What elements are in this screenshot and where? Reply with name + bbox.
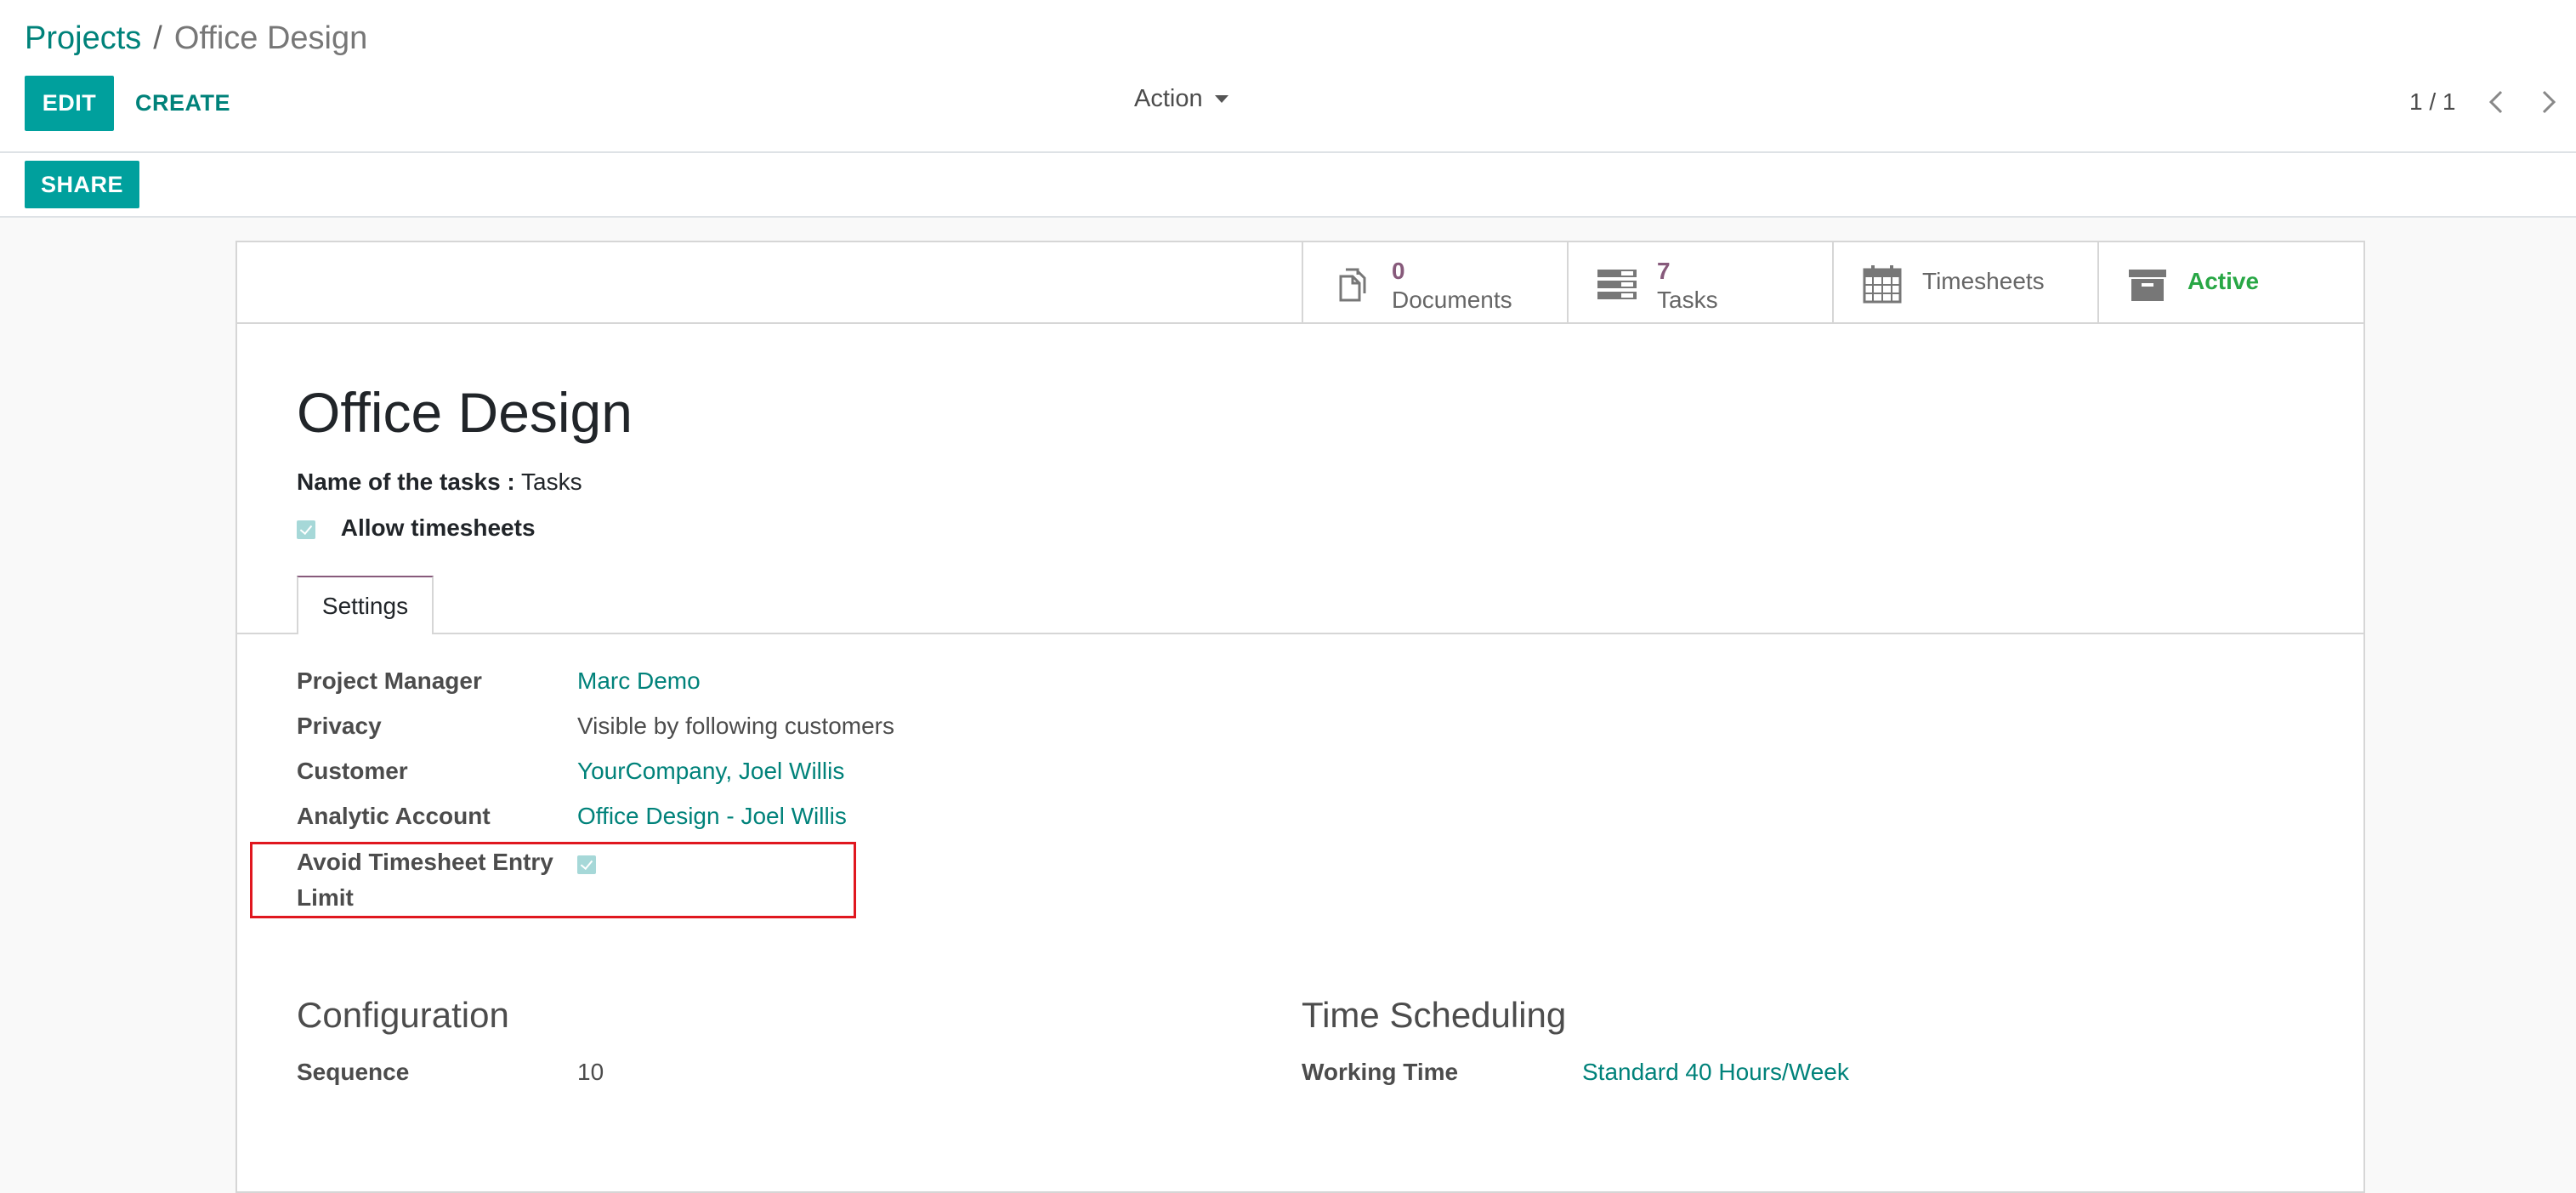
customer-label: Customer (297, 758, 408, 784)
allow-timesheets-label: Allow timesheets (340, 514, 536, 541)
breadcrumb-separator: / (153, 20, 162, 56)
working-time-value[interactable]: Standard 40 Hours/Week (1582, 1059, 1849, 1086)
timesheets-label: Timesheets (1922, 268, 2045, 294)
allow-timesheets-field: Allow timesheets (297, 514, 536, 542)
analytic-account-label: Analytic Account (297, 803, 491, 829)
tasks-name-value[interactable]: Tasks (521, 469, 582, 495)
working-time-label: Working Time (1302, 1059, 1459, 1085)
project-manager-value[interactable]: Marc Demo (577, 668, 701, 695)
caret-down-icon (1214, 95, 1228, 103)
archive-icon (2129, 270, 2166, 301)
sequence-value[interactable]: 10 (577, 1059, 604, 1086)
edit-button[interactable]: EDIT (25, 76, 114, 131)
action-dropdown[interactable]: Action (1134, 85, 1228, 113)
calendar-icon (1863, 265, 1902, 304)
tabs-divider (237, 633, 2363, 634)
control-panel: Projects / Office Design EDIT CREATE Actio… (0, 0, 2576, 153)
privacy-value[interactable]: Visible by following customers (577, 713, 894, 740)
create-button[interactable]: CREATE (128, 76, 238, 131)
smart-button-box: 0 Documents 7 Tasks Timesheets Active (237, 242, 2363, 324)
active-label: Active (2187, 268, 2260, 294)
timesheets-smart-button[interactable]: Timesheets (1832, 242, 2097, 322)
breadcrumb-current: Office Design (173, 20, 368, 56)
breadcrumb: Projects / Office Design (25, 20, 367, 57)
tasks-count: 7 (1657, 258, 1671, 284)
tasks-icon (1597, 270, 1637, 299)
pager-value[interactable]: 1 / 1 (2409, 88, 2455, 116)
sequence-label: Sequence (297, 1059, 410, 1085)
highlight-annotation (250, 842, 856, 918)
documents-label: Documents (1392, 287, 1512, 313)
breadcrumb-projects-link[interactable]: Projects (25, 20, 141, 56)
allow-timesheets-checkbox[interactable] (297, 520, 315, 539)
project-manager-label: Project Manager (297, 668, 482, 694)
documents-icon (1339, 268, 1366, 302)
tasks-name-field: Name of the tasks : Tasks (297, 469, 582, 496)
time-scheduling-title: Time Scheduling (1302, 995, 1567, 1035)
chevron-right-icon[interactable] (2535, 88, 2561, 116)
privacy-label: Privacy (297, 713, 382, 739)
tasks-smart-button[interactable]: 7 Tasks (1567, 242, 1832, 322)
customer-value[interactable]: YourCompany, Joel Willis (577, 758, 844, 785)
tab-settings[interactable]: Settings (297, 576, 434, 634)
record-title[interactable]: Office Design (297, 380, 633, 445)
tasks-name-label: Name of the tasks : (297, 469, 515, 495)
form-sheet: 0 Documents 7 Tasks Timesheets Active Of… (235, 241, 2365, 1193)
tasks-label: Tasks (1657, 287, 1718, 313)
action-bar (0, 153, 2576, 218)
active-toggle-button[interactable]: Active (2097, 242, 2363, 322)
share-button[interactable]: SHARE (25, 161, 139, 208)
documents-count: 0 (1392, 258, 1405, 284)
analytic-account-value[interactable]: Office Design - Joel Willis (577, 803, 847, 830)
action-dropdown-label: Action (1134, 85, 1203, 112)
configuration-title: Configuration (297, 995, 509, 1035)
documents-smart-button[interactable]: 0 Documents (1302, 242, 1567, 322)
chevron-left-icon[interactable] (2484, 88, 2510, 116)
